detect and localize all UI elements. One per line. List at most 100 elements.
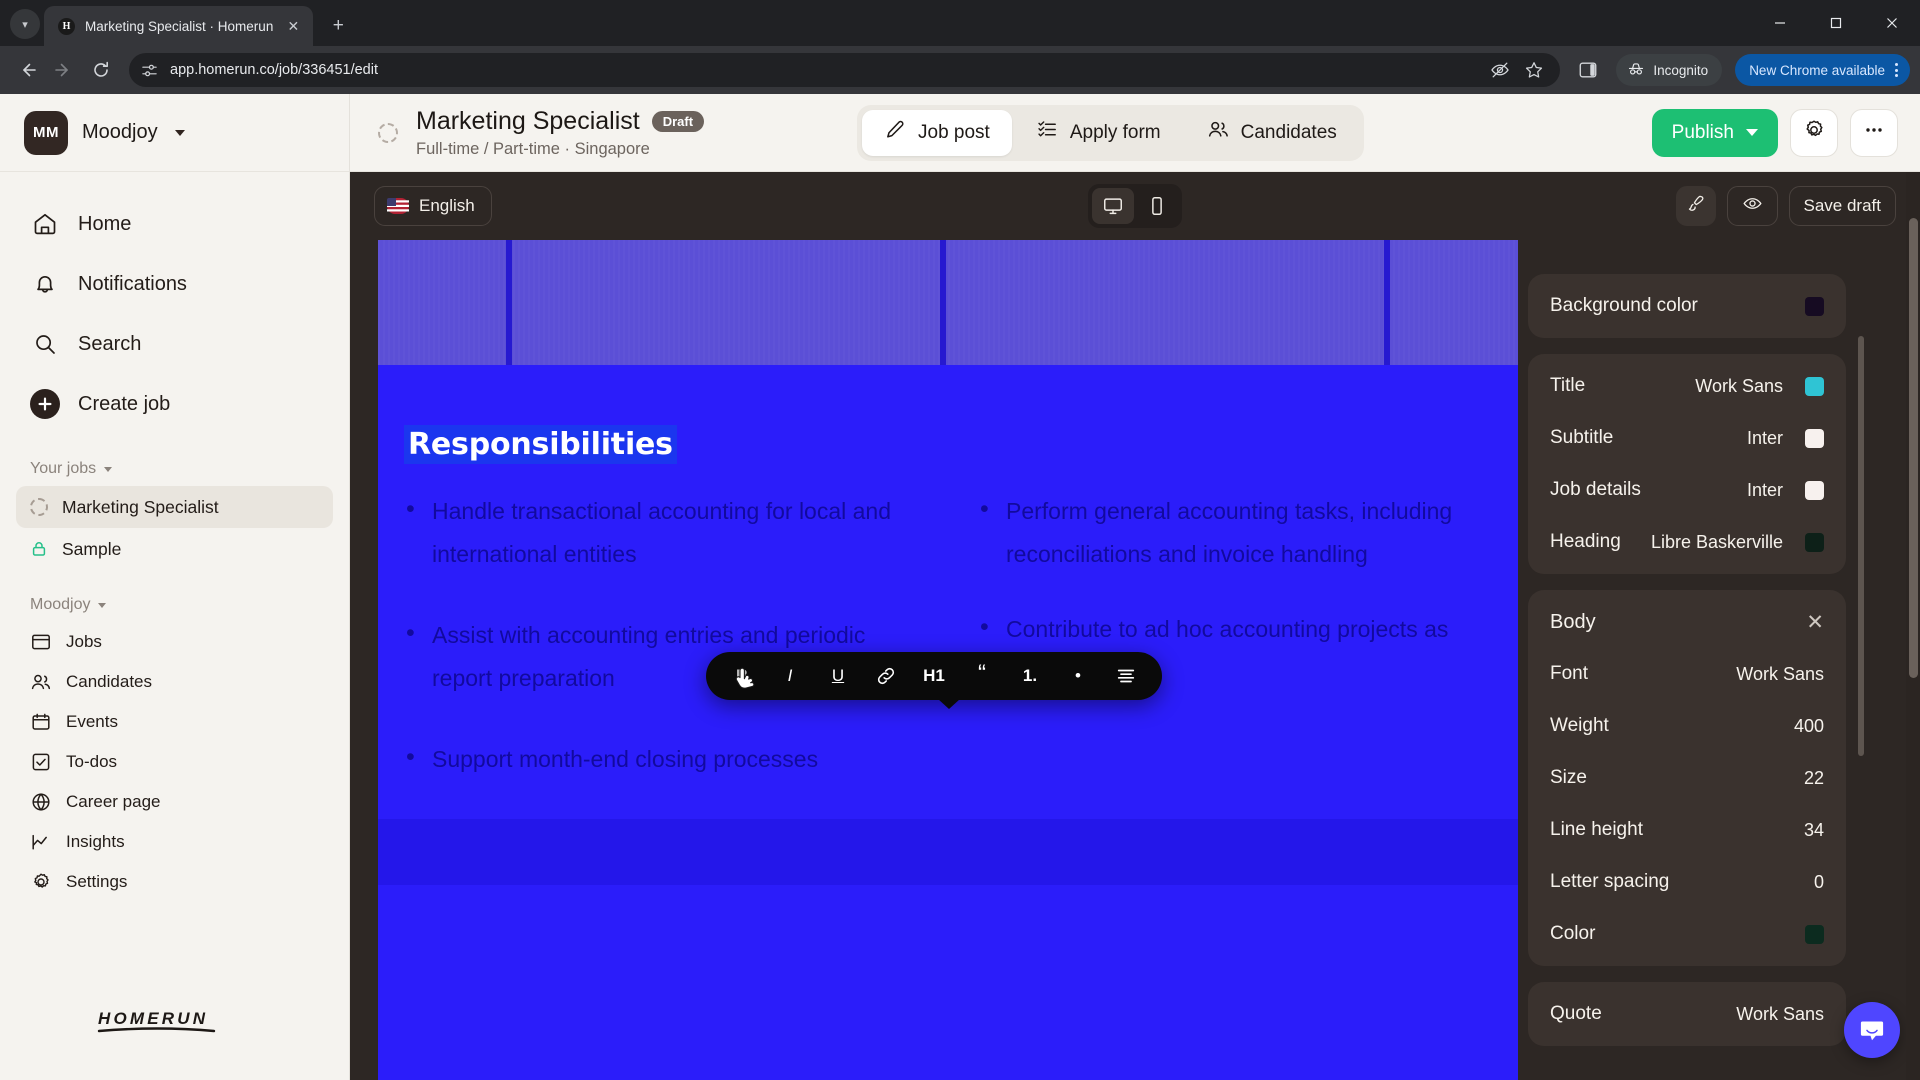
- style-row-subtitle[interactable]: Subtitle Inter: [1528, 412, 1846, 464]
- eye-slash-icon[interactable]: [1490, 60, 1510, 80]
- job-post-banner-image[interactable]: [378, 240, 1518, 365]
- body-style-title: Body: [1550, 610, 1596, 633]
- link-icon[interactable]: [864, 658, 908, 694]
- job-details-color-swatch[interactable]: [1805, 480, 1824, 500]
- job-item-sample[interactable]: Sample: [16, 528, 333, 570]
- align-icon[interactable]: [1104, 658, 1148, 694]
- sidebar-item-todos[interactable]: To-dos: [16, 742, 333, 782]
- body-row-value: Work Sans: [1736, 663, 1824, 684]
- heading-color-swatch[interactable]: [1805, 532, 1824, 552]
- scrollbar-thumb[interactable]: [1909, 218, 1918, 678]
- org-switcher[interactable]: MM Moodjoy: [0, 94, 349, 172]
- forward-arrow-icon[interactable]: [47, 53, 81, 87]
- kebab-menu-icon[interactable]: [1891, 63, 1902, 77]
- style-row-job-details[interactable]: Job details Inter: [1528, 464, 1846, 516]
- section-heading[interactable]: Responsibilities: [404, 425, 677, 464]
- theme-brush-button[interactable]: [1675, 186, 1716, 226]
- close-icon[interactable]: ✕: [283, 16, 303, 36]
- sidebar-item-search[interactable]: Search: [16, 314, 333, 374]
- style-value: Work Sans: [1695, 375, 1783, 396]
- window-controls: [1752, 0, 1920, 46]
- italic-button[interactable]: I: [768, 658, 812, 694]
- sidebar-item-notifications[interactable]: Notifications: [16, 254, 333, 314]
- title-color-swatch[interactable]: [1805, 376, 1824, 396]
- language-label: English: [419, 196, 475, 215]
- sidebar-item-label: Home: [78, 212, 132, 235]
- list-item[interactable]: Perform general accounting tasks, includ…: [978, 488, 1482, 576]
- body-row-letter-spacing[interactable]: Letter spacing 0: [1528, 856, 1846, 908]
- sidebar-item-insights[interactable]: Insights: [16, 822, 333, 862]
- side-panel-icon[interactable]: [1571, 53, 1605, 87]
- back-arrow-icon[interactable]: [10, 53, 44, 87]
- reload-icon[interactable]: [84, 53, 118, 87]
- device-toggle: [1088, 184, 1182, 228]
- address-bar[interactable]: app.homerun.co/job/336451/edit: [129, 53, 1561, 87]
- blockquote-button[interactable]: “: [960, 658, 1004, 694]
- sidebar-item-home[interactable]: Home: [16, 194, 333, 254]
- minimize-icon[interactable]: [1752, 0, 1808, 46]
- chat-bubble-icon[interactable]: [1844, 1002, 1900, 1058]
- desktop-icon[interactable]: [1092, 188, 1134, 224]
- us-flag-icon: [387, 198, 409, 214]
- site-settings-icon[interactable]: [141, 62, 158, 79]
- sidebar-item-career-page[interactable]: Career page: [16, 782, 333, 822]
- sidebar-item-candidates[interactable]: Candidates: [16, 662, 333, 702]
- close-icon[interactable]: ✕: [1806, 612, 1824, 633]
- style-row-title[interactable]: Title Work Sans: [1528, 360, 1846, 412]
- sidebar-item-events[interactable]: Events: [16, 702, 333, 742]
- style-panel-scrollbar[interactable]: [1858, 336, 1864, 756]
- more-options-button[interactable]: [1849, 108, 1898, 157]
- chrome-update-button[interactable]: New Chrome available: [1735, 54, 1910, 86]
- style-row-heading[interactable]: Heading Libre Baskerville: [1528, 516, 1846, 568]
- lock-icon: [30, 540, 48, 558]
- body-row-color[interactable]: Color: [1528, 908, 1846, 960]
- preview-eye-button[interactable]: [1726, 186, 1778, 226]
- bullet-list-button[interactable]: •: [1056, 658, 1100, 694]
- sidebar-item-create-job[interactable]: Create job: [16, 374, 333, 434]
- browser-tab[interactable]: H Marketing Specialist · Homerun ✕: [44, 6, 314, 46]
- job-settings-button[interactable]: [1789, 108, 1838, 157]
- body-row-label: Letter spacing: [1550, 871, 1670, 892]
- star-icon[interactable]: [1524, 60, 1544, 80]
- sidebar-item-jobs[interactable]: Jobs: [16, 622, 333, 662]
- sidebar-item-settings[interactable]: Settings: [16, 862, 333, 902]
- body-color-swatch[interactable]: [1805, 924, 1824, 944]
- body-row-line-height[interactable]: Line height 34: [1528, 804, 1846, 856]
- preview-vertical-scrollbar[interactable]: [1906, 172, 1920, 1080]
- background-color-swatch[interactable]: [1805, 296, 1824, 316]
- language-selector[interactable]: English: [374, 186, 492, 226]
- tab-title: Marketing Specialist · Homerun: [85, 18, 274, 34]
- org-section-header[interactable]: Moodjoy: [0, 570, 349, 622]
- your-jobs-label: Your jobs: [30, 460, 97, 477]
- incognito-label: Incognito: [1653, 62, 1709, 78]
- publish-button[interactable]: Publish: [1651, 108, 1778, 157]
- tab-search-chevron-down-icon[interactable]: ▾: [10, 9, 40, 39]
- checkbox-icon: [30, 751, 52, 773]
- body-row-label: Size: [1550, 767, 1587, 788]
- ordered-list-button[interactable]: 1.: [1008, 658, 1052, 694]
- your-jobs-section-header[interactable]: Your jobs: [0, 434, 349, 486]
- job-item-marketing-specialist[interactable]: Marketing Specialist: [16, 486, 333, 528]
- maximize-icon[interactable]: [1808, 0, 1864, 46]
- save-draft-button[interactable]: Save draft: [1788, 186, 1896, 226]
- background-color-row[interactable]: Background color: [1528, 280, 1846, 332]
- mobile-icon[interactable]: [1136, 188, 1178, 224]
- new-tab-button[interactable]: +: [322, 10, 354, 42]
- window-close-icon[interactable]: [1864, 0, 1920, 46]
- job-item-label: Marketing Specialist: [62, 496, 219, 517]
- body-row-weight[interactable]: Weight 400: [1528, 700, 1846, 752]
- tab-apply-form[interactable]: Apply form: [1014, 110, 1183, 156]
- underline-button[interactable]: U: [816, 658, 860, 694]
- job-subtitle: Full-time / Part-time · Singapore: [416, 139, 650, 158]
- body-row-font[interactable]: Font Work Sans: [1528, 648, 1846, 700]
- list-item[interactable]: Handle transactional accounting for loca…: [404, 488, 908, 576]
- heading-one-button[interactable]: H1: [912, 658, 956, 694]
- quote-row[interactable]: Quote Work Sans: [1528, 988, 1846, 1040]
- list-item[interactable]: Support month-end closing processes: [404, 736, 908, 781]
- tab-job-post[interactable]: Job post: [862, 109, 1012, 156]
- body-row-size[interactable]: Size 22: [1528, 752, 1846, 804]
- incognito-indicator[interactable]: Incognito: [1616, 54, 1723, 86]
- plus-circle-icon: [30, 389, 60, 419]
- subtitle-color-swatch[interactable]: [1805, 428, 1824, 448]
- tab-candidates[interactable]: Candidates: [1185, 110, 1359, 156]
